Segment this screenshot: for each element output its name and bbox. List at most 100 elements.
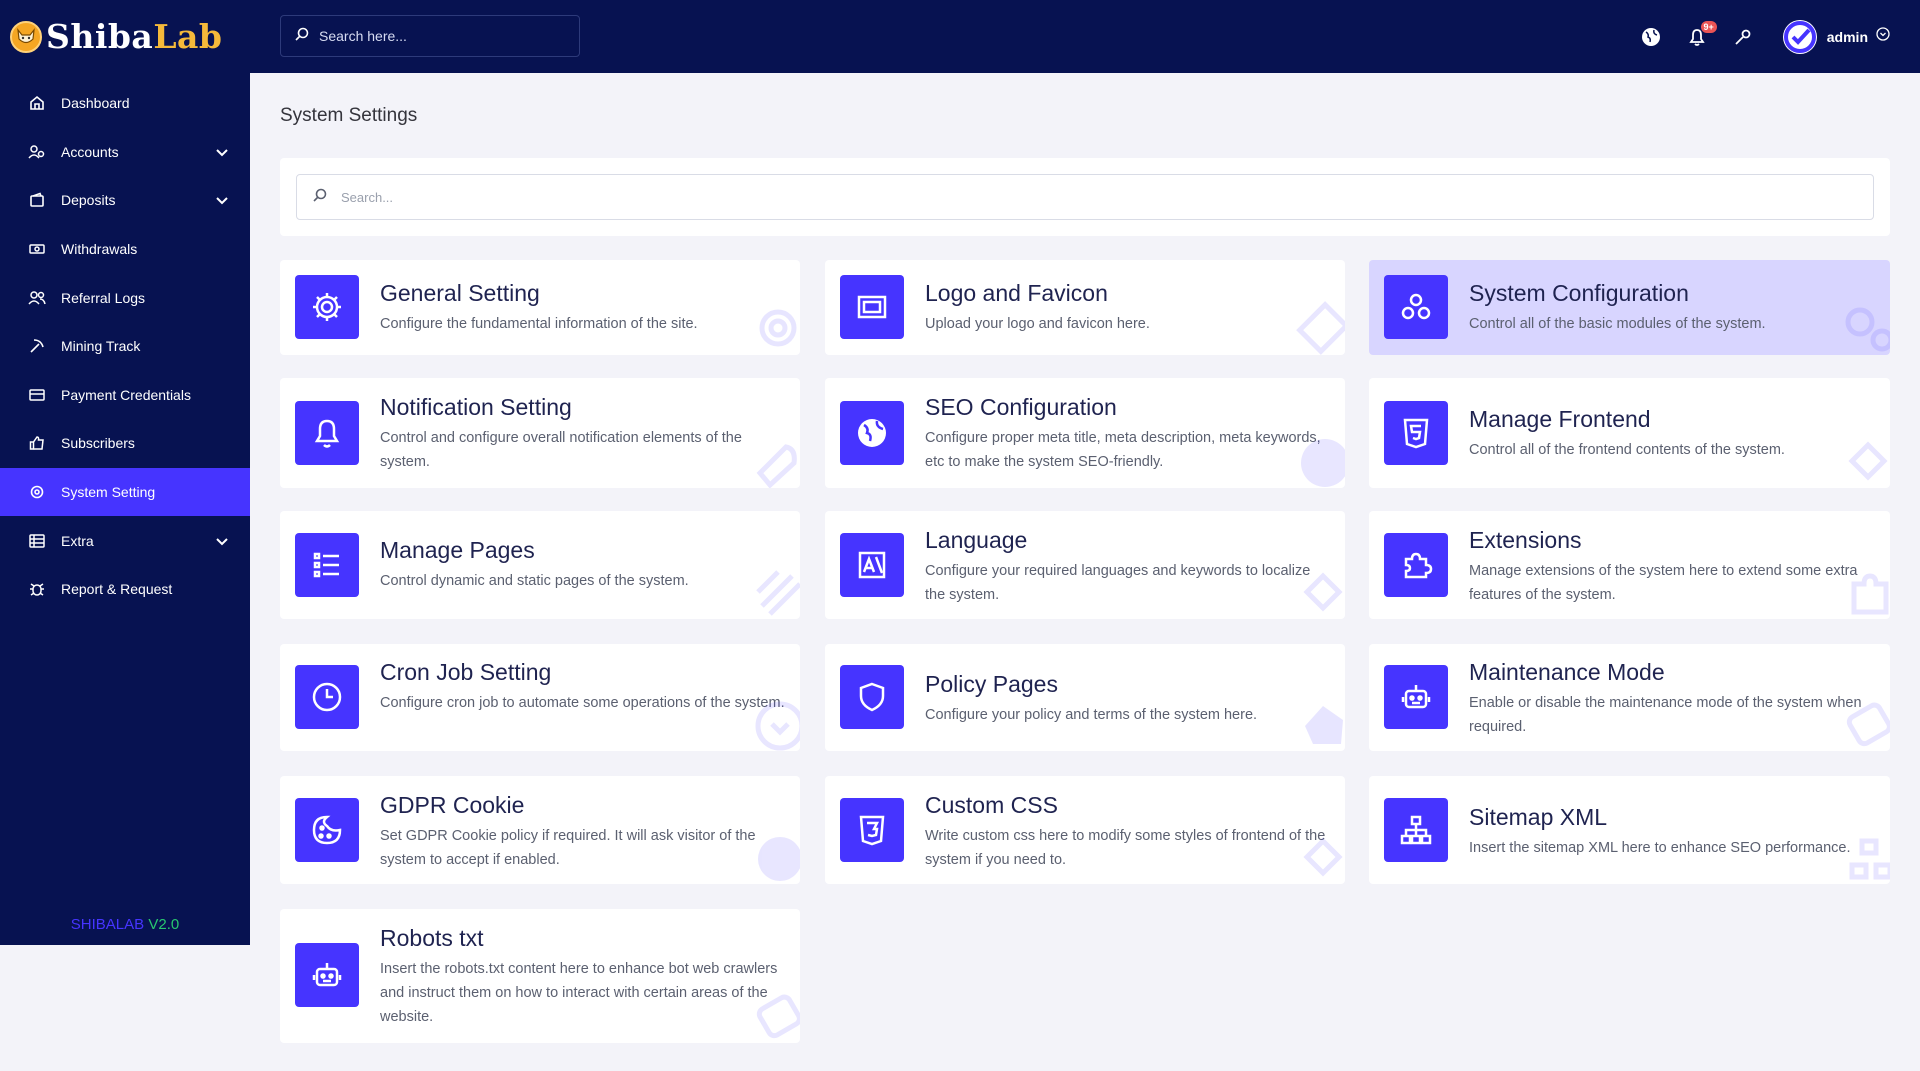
html5-watermark-icon [1838,431,1890,488]
card-maintenance-mode[interactable]: Maintenance Mode Enable or disable the ma… [1369,644,1890,751]
users-icon [28,289,46,307]
shiba-logo-icon [10,20,42,53]
css3-icon [840,798,904,862]
clock-icon [295,665,359,729]
language-icon [840,533,904,597]
avatar [1782,19,1817,54]
card-title: SEO Configuration [925,394,1117,420]
sidebar-item-deposits[interactable]: Deposits [0,176,250,225]
card-desc: Write custom css here to modify some sty… [925,828,1326,868]
card-seo-configuration[interactable]: SEO Configuration Configure proper meta t… [825,378,1345,488]
card-notification-setting[interactable]: Notification Setting Control and configur… [280,378,800,488]
sidebar-item-referral-logs[interactable]: Referral Logs [0,273,250,322]
card-sitemap-xml[interactable]: Sitemap XML Insert the sitemap XML here t… [1369,776,1890,884]
sidebar-item-label: Dashboard [61,95,130,112]
card-general-setting[interactable]: General Setting Configure the fundamental… [280,260,800,355]
sitemap-watermark-icon [1838,827,1890,884]
language-watermark-icon [1293,562,1345,619]
username: admin [1826,28,1868,45]
wallet-icon [28,191,46,209]
sidebar-item-label: Payment Credentials [61,386,191,403]
sidebar-item-label: Report & Request [61,581,173,598]
robot-watermark-icon [1838,694,1890,751]
puzzle-icon [1384,533,1448,597]
card-manage-pages[interactable]: Manage Pages Control dynamic and static p… [280,511,800,619]
sidebar-item-system-setting[interactable]: System Setting [0,467,250,517]
sidebar-item-label: Deposits [61,192,116,209]
settings-search-card [280,158,1890,236]
sidebar-item-subscribers[interactable]: Subscribers [0,419,250,468]
card-desc: Enable or disable the maintenance mode o… [1469,695,1862,735]
card-title: General Setting [380,280,540,306]
bug-icon [28,580,46,598]
robot-icon [1384,665,1448,729]
sidebar-item-accounts[interactable]: Accounts [0,128,250,177]
sidebar-nav: Dashboard Accounts Deposits Withdrawals … [0,79,250,614]
user-menu[interactable]: admin [1782,19,1890,54]
card-title: Cron Job Setting [380,659,552,685]
card-desc: Set GDPR Cookie policy if required. It w… [380,828,756,868]
card-robots-txt[interactable]: Robots txt Insert the robots.txt content … [280,909,800,1043]
sidebar-item-label: Referral Logs [61,289,146,306]
card-title: Extensions [1469,527,1582,553]
chevron-down-circle-icon [1876,27,1890,46]
card-title: Policy Pages [925,671,1058,697]
sidebar-item-label: Withdrawals [61,241,138,258]
cogs-watermark-icon [1838,298,1890,355]
card-title: System Configuration [1469,280,1689,306]
brand[interactable]: ShibaLab [0,0,250,73]
gear-icon [295,275,359,339]
card-cron-job-setting[interactable]: Cron Job Setting Configure cron job to au… [280,644,800,751]
settings-search-input[interactable] [341,189,1745,205]
card-desc: Configure the fundamental information of… [380,316,698,332]
thumbs-up-icon [28,434,46,452]
list-watermark-icon [748,562,800,619]
card-title: GDPR Cookie [380,792,525,818]
chevron-down-icon [216,144,228,160]
globe-icon[interactable] [1639,25,1663,49]
sitemap-icon [1384,798,1448,862]
globe-icon [840,401,904,465]
sidebar-item-label: System Setting [61,484,156,501]
card-policy-pages[interactable]: Policy Pages Configure your policy and te… [825,644,1345,751]
sidebar-item-withdrawals[interactable]: Withdrawals [0,225,250,274]
search-icon [313,188,327,207]
robot-icon [295,943,359,1007]
sidebar-item-mining-track[interactable]: Mining Track [0,322,250,371]
card-custom-css[interactable]: Custom CSS Write custom css here to modif… [825,776,1345,884]
sidebar-item-dashboard[interactable]: Dashboard [0,79,250,128]
sidebar: ShibaLab Dashboard Accounts Deposits Wit… [0,0,250,945]
card-extensions[interactable]: Extensions Manage extensions of the syste… [1369,511,1890,619]
server-icon [28,532,46,550]
sidebar-item-extra[interactable]: Extra [0,516,250,565]
top-search-input[interactable] [319,28,559,44]
sidebar-item-report-request[interactable]: Report & Request [0,565,250,614]
card-logo-favicon[interactable]: Logo and Favicon Upload your logo and fav… [825,260,1345,355]
credit-card-icon [28,386,46,404]
bell-watermark-icon [748,431,800,488]
sidebar-item-label: Extra [61,532,94,549]
gear-watermark-icon [748,298,800,355]
cubes-icon [1384,275,1448,339]
window-icon [840,275,904,339]
card-desc: Insert the robots.txt content here to en… [380,961,778,1025]
card-gdpr-cookie[interactable]: GDPR Cookie Set GDPR Cookie policy if req… [280,776,800,884]
sidebar-item-label: Subscribers [61,435,135,452]
card-language[interactable]: Language Configure your required language… [825,511,1345,619]
wrench-icon[interactable] [1731,25,1755,49]
cookie-icon [295,798,359,862]
card-manage-frontend[interactable]: Manage Frontend Control all of the fronte… [1369,378,1890,488]
users-cog-icon [28,143,46,161]
card-title: Logo and Favicon [925,280,1108,306]
card-title: Robots txt [380,925,484,951]
cog-icon [28,483,46,501]
card-desc: Configure cron job to automate some oper… [380,695,785,711]
sidebar-item-payment-credentials[interactable]: Payment Credentials [0,371,250,420]
card-title: Maintenance Mode [1469,659,1665,685]
settings-search [296,174,1874,220]
card-system-configuration[interactable]: System Configuration Control all of the b… [1369,260,1890,355]
chevron-down-icon [216,533,228,549]
notification-bell-icon[interactable]: 9+ [1685,20,1717,49]
window-watermark-icon [1293,298,1345,355]
card-desc: Manage extensions of the system here to … [1469,563,1858,603]
